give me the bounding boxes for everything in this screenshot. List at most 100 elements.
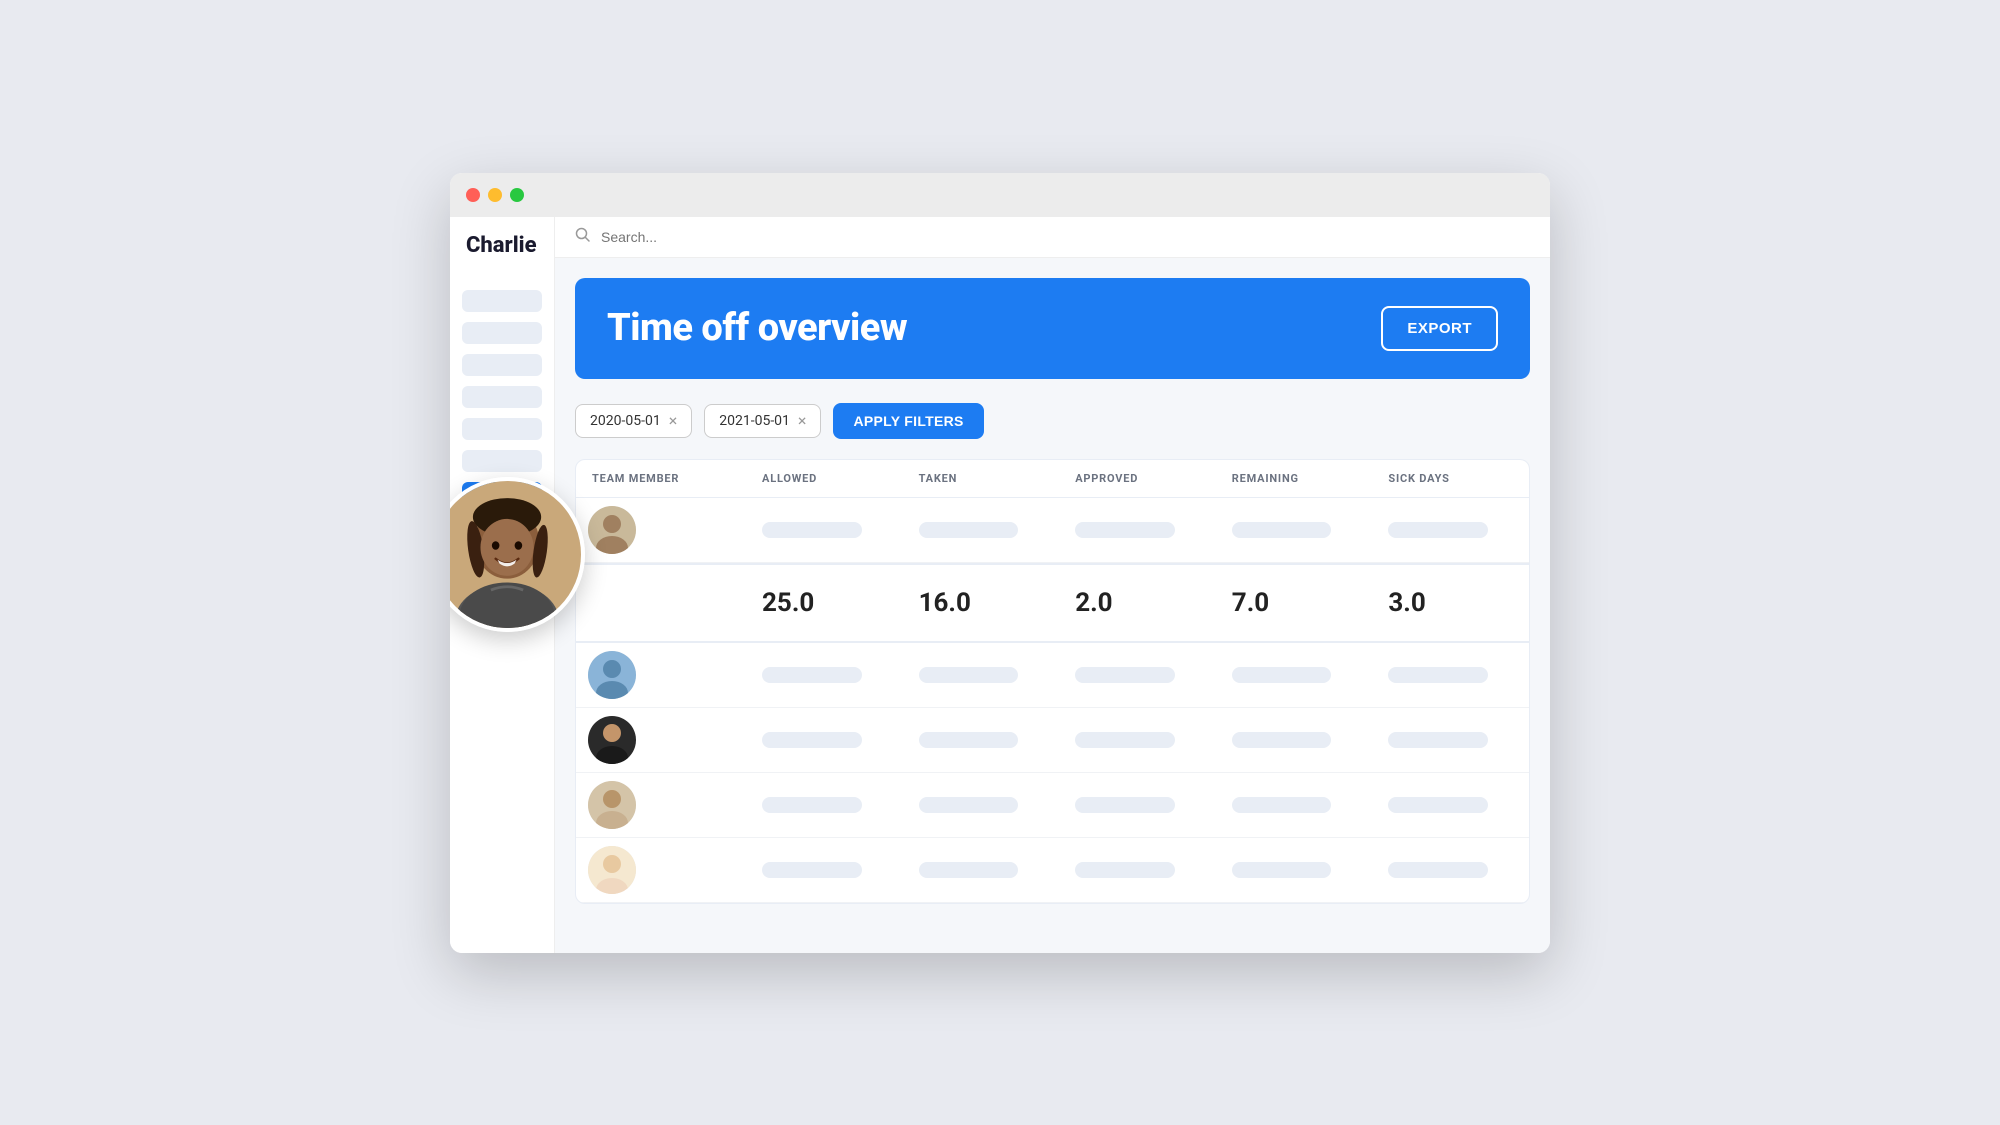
maximize-button[interactable]: [510, 188, 524, 202]
sidebar-item-4[interactable]: [462, 386, 542, 408]
placeholder: [919, 667, 1019, 683]
data-cell: [1372, 514, 1529, 546]
date-to-value: 2021-05-01: [719, 413, 790, 429]
member-cell-4: [576, 708, 746, 772]
data-cell: [1216, 659, 1373, 691]
data-cell: [903, 659, 1060, 691]
placeholder: [762, 797, 862, 813]
date-from-value: 2020-05-01: [590, 413, 661, 429]
date-from-filter[interactable]: 2020-05-01 ×: [575, 404, 692, 438]
close-button[interactable]: [466, 188, 480, 202]
placeholder: [1388, 862, 1488, 878]
date-from-close-icon[interactable]: ×: [669, 413, 678, 429]
sidebar-item-5[interactable]: [462, 418, 542, 440]
data-cell: [746, 724, 903, 756]
browser-window: Charlie: [450, 173, 1550, 953]
avatar-3: [588, 651, 636, 699]
placeholder: [1232, 522, 1332, 538]
placeholder: [762, 522, 862, 538]
placeholder: [762, 862, 862, 878]
data-cell: [903, 789, 1060, 821]
data-table: TEAM MEMBER ALLOWED TAKEN APPROVED REMAI…: [575, 459, 1530, 904]
placeholder: [1075, 732, 1175, 748]
traffic-lights: [466, 188, 524, 202]
data-cell: [1059, 854, 1216, 886]
data-cell: [1216, 724, 1373, 756]
placeholder: [1232, 797, 1332, 813]
col-sick-days: SICK DAYS: [1372, 472, 1529, 485]
data-cell: [1216, 789, 1373, 821]
data-cell: [1372, 789, 1529, 821]
col-remaining: REMAINING: [1216, 472, 1373, 485]
placeholder: [1075, 797, 1175, 813]
sidebar-item-1[interactable]: [462, 290, 542, 312]
search-input[interactable]: [601, 229, 1530, 245]
sidebar-item-6[interactable]: [462, 450, 542, 472]
content-area: Time off overview EXPORT 2020-05-01 × 20…: [555, 258, 1550, 953]
data-cell: [903, 514, 1060, 546]
avatar-4: [588, 716, 636, 764]
date-to-filter[interactable]: 2021-05-01 ×: [704, 404, 821, 438]
placeholder: [919, 797, 1019, 813]
member-cell-6: [576, 838, 746, 902]
header-banner: Time off overview EXPORT: [575, 278, 1530, 379]
app-body: Charlie: [450, 217, 1550, 953]
placeholder: [762, 732, 862, 748]
apply-filters-button[interactable]: APPLY FILTERS: [833, 403, 983, 439]
page-title: Time off overview: [607, 306, 907, 350]
data-cell: [1216, 854, 1373, 886]
data-cell: [746, 789, 903, 821]
placeholder: [1232, 667, 1332, 683]
member-cell-3: [576, 643, 746, 707]
placeholder: [1388, 522, 1488, 538]
col-allowed: ALLOWED: [746, 472, 903, 485]
filters-row: 2020-05-01 × 2021-05-01 × APPLY FILTERS: [575, 403, 1530, 439]
allowed-value: 25.0: [762, 588, 814, 618]
main-content: Time off overview EXPORT 2020-05-01 × 20…: [555, 217, 1550, 953]
data-cell: [1059, 659, 1216, 691]
titlebar: [450, 173, 1550, 217]
search-icon: [575, 227, 591, 247]
placeholder: [1075, 862, 1175, 878]
data-cell: [1372, 724, 1529, 756]
data-cell: [1059, 724, 1216, 756]
table-row: [576, 773, 1529, 838]
table-row: [576, 643, 1529, 708]
sidebar-item-3[interactable]: [462, 354, 542, 376]
col-taken: TAKEN: [903, 472, 1060, 485]
minimize-button[interactable]: [488, 188, 502, 202]
remaining-value: 7.0: [1232, 588, 1269, 618]
data-cell: [746, 514, 903, 546]
taken-cell: 16.0: [903, 580, 1060, 626]
placeholder: [1075, 667, 1175, 683]
highlighted-member-cell: [576, 595, 746, 611]
avatar-5: [588, 781, 636, 829]
placeholder: [1075, 522, 1175, 538]
table-row: [576, 708, 1529, 773]
taken-value: 16.0: [919, 588, 971, 618]
date-to-close-icon[interactable]: ×: [798, 413, 807, 429]
placeholder: [919, 732, 1019, 748]
placeholder: [762, 667, 862, 683]
data-cell: [746, 659, 903, 691]
avatar-6: [588, 846, 636, 894]
sick-days-cell: 3.0: [1372, 580, 1529, 626]
placeholder: [1388, 797, 1488, 813]
placeholder: [1232, 732, 1332, 748]
highlighted-table-row: 25.0 16.0 2.0 7.0 3.0: [576, 563, 1529, 643]
export-button[interactable]: EXPORT: [1381, 306, 1498, 351]
member-cell-1: [576, 498, 746, 562]
col-approved: APPROVED: [1059, 472, 1216, 485]
app-logo: Charlie: [462, 233, 537, 258]
sidebar-item-2[interactable]: [462, 322, 542, 344]
avatar-1: [588, 506, 636, 554]
data-cell: [746, 854, 903, 886]
data-cell: [903, 854, 1060, 886]
table-row: [576, 838, 1529, 903]
placeholder: [1388, 732, 1488, 748]
data-cell: [1372, 659, 1529, 691]
data-cell: [903, 724, 1060, 756]
remaining-cell: 7.0: [1216, 580, 1373, 626]
member-cell-5: [576, 773, 746, 837]
placeholder: [919, 522, 1019, 538]
